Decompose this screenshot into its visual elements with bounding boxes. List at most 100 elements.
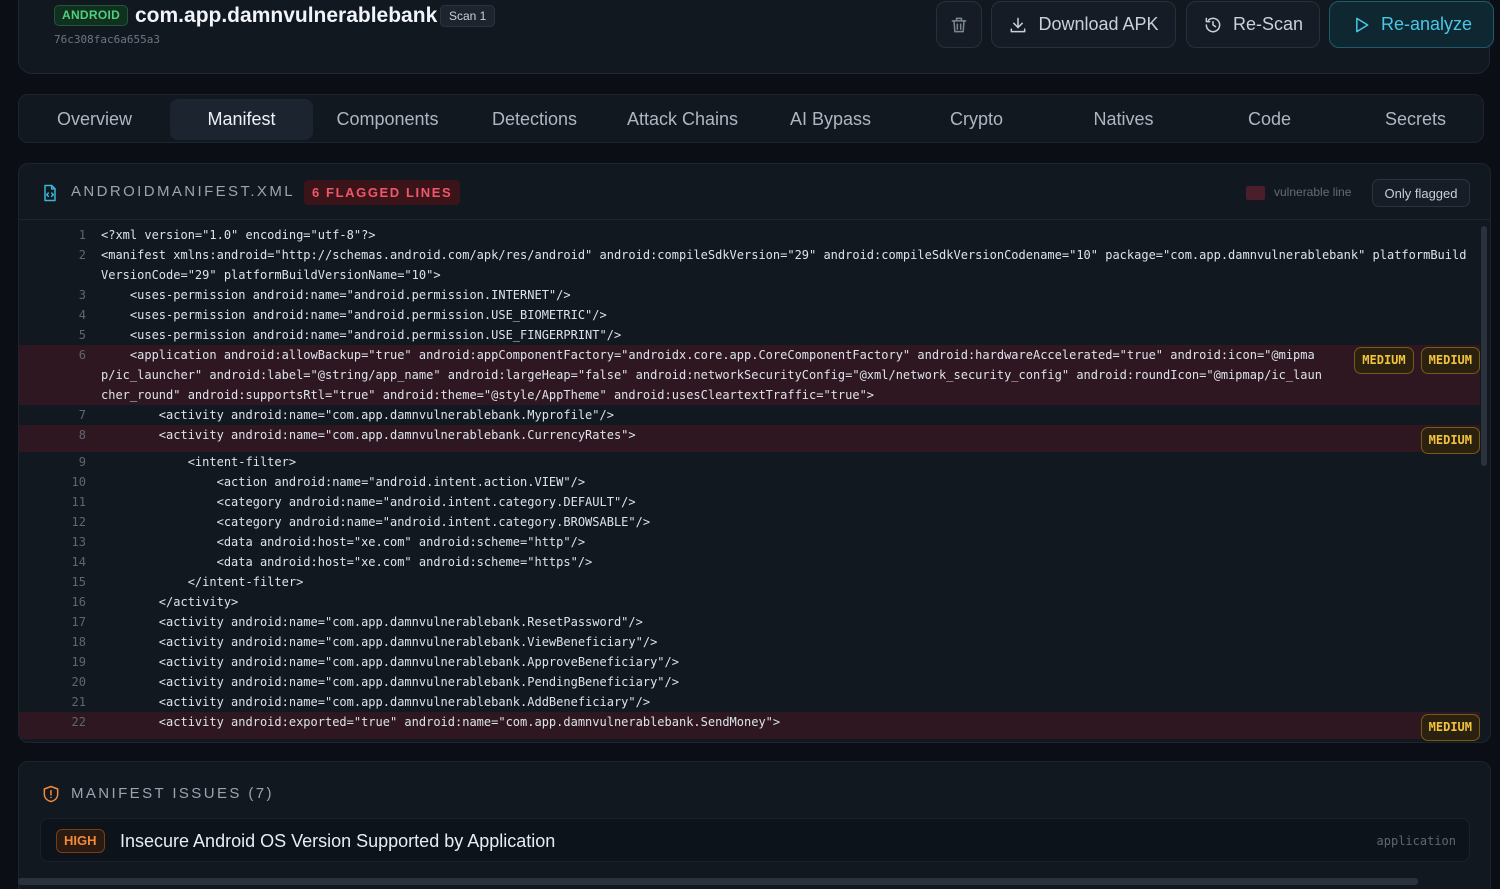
line-content: <activity android:name="com.app.damnvuln…: [101, 635, 658, 649]
code-line: 16 </activity>: [19, 592, 1480, 612]
code-line: 23 <meta-data android:name="android.supp…: [19, 739, 1480, 742]
code-line: 17 <activity android:name="com.app.damnv…: [19, 612, 1480, 632]
app-header: ANDROID com.app.damnvulnerablebank Scan …: [18, 0, 1494, 74]
line-number: 1: [78, 228, 86, 242]
code-line: 15 </intent-filter>: [19, 572, 1480, 592]
line-content: <category android:name="android.intent.c…: [101, 495, 636, 509]
severity-badges: MEDIUM: [1420, 714, 1480, 741]
tab-code[interactable]: Code: [1198, 99, 1341, 140]
line-number: 23: [49, 739, 86, 742]
line-content: <activity android:name="com.app.damnvuln…: [101, 695, 651, 709]
tab-natives[interactable]: Natives: [1052, 99, 1195, 140]
app-title: com.app.damnvulnerablebank: [135, 4, 438, 27]
tab-ai-bypass[interactable]: AI Bypass: [759, 99, 902, 140]
line-number: 14: [71, 555, 86, 569]
line-number: 19: [71, 655, 86, 669]
vulnerable-line-legend: vulnerable line: [1274, 185, 1352, 199]
code-line: 2 <manifest xmlns:android="http://schemas…: [19, 245, 1480, 285]
line-content: <meta-data android:name="android.support…: [101, 739, 888, 742]
file-code-icon: [44, 184, 56, 202]
code-line: 18 <activity android:name="com.app.damnv…: [19, 632, 1480, 652]
line-number: 3: [78, 288, 86, 302]
reanalyze-label: Re-analyze: [1380, 14, 1473, 34]
tab-manifest[interactable]: Manifest: [170, 99, 313, 140]
flagged-lines-badge: 6 FLAGGED LINES: [304, 180, 461, 205]
line-number: 4: [78, 308, 86, 322]
code-line-flagged: 8 <activity android:name="com.app.damnvu…: [19, 425, 1480, 454]
severity-badges: MEDIUM: [1420, 427, 1480, 454]
manifest-code-view: 1 <?xml version="1.0" encoding="utf-8"?> 2…: [19, 224, 1480, 742]
reanalyze-button[interactable]: Re-analyze: [1329, 1, 1494, 48]
code-line: 13 <data android:host="xe.com" android:s…: [19, 532, 1480, 552]
line-content: <manifest xmlns:android="http://schemas.…: [101, 248, 1467, 282]
manifest-issues-panel: MANIFEST ISSUES (7) HIGH Insecure Androi…: [18, 761, 1491, 889]
tab-detections[interactable]: Detections: [463, 99, 606, 140]
code-line: 21 <activity android:name="com.app.damnv…: [19, 692, 1480, 712]
line-content: <activity android:name="com.app.damnvuln…: [101, 615, 643, 629]
line-number: 10: [71, 475, 86, 489]
play-icon: [1356, 17, 1369, 32]
line-number: 22: [71, 715, 86, 729]
app-hash: 76c308fac6a655a3: [54, 33, 160, 46]
tab-components[interactable]: Components: [316, 99, 459, 140]
rescan-label: Re-Scan: [1232, 14, 1304, 34]
issue-row[interactable]: HIGH Insecure Android OS Version Support…: [40, 818, 1470, 862]
line-number: 20: [71, 675, 86, 689]
medium-severity-badge[interactable]: MEDIUM: [1354, 347, 1414, 374]
line-content: <activity android:name="com.app.damnvuln…: [101, 428, 636, 442]
scan-badge: Scan 1: [440, 5, 496, 27]
line-number: 5: [78, 328, 86, 342]
medium-severity-badge[interactable]: MEDIUM: [1420, 427, 1480, 454]
line-content: <data android:host="xe.com" android:sche…: [101, 535, 586, 549]
code-line: 11 <category android:name="android.inten…: [19, 492, 1480, 512]
line-content: </intent-filter>: [101, 575, 304, 589]
line-number: 17: [71, 615, 86, 629]
line-content: <uses-permission android:name="android.p…: [101, 328, 622, 342]
line-number: 18: [71, 635, 86, 649]
code-line-flagged: 6 <application android:allowBackup="true…: [19, 345, 1480, 405]
severity-badge: HIGH: [56, 829, 105, 853]
tab-attack-chains[interactable]: Attack Chains: [611, 99, 754, 140]
download-icon: [1011, 17, 1026, 32]
line-number: 13: [71, 535, 86, 549]
line-number: 15: [71, 575, 86, 589]
code-line: 20 <activity android:name="com.app.damnv…: [19, 672, 1480, 692]
code-scrollbar[interactable]: [1481, 226, 1487, 466]
line-content: <activity android:name="com.app.damnvuln…: [101, 408, 614, 422]
line-content: <data android:host="xe.com" android:sche…: [101, 555, 593, 569]
vulnerable-line-swatch: [1246, 186, 1265, 200]
tab-crypto[interactable]: Crypto: [905, 99, 1048, 140]
code-line: 4 <uses-permission android:name="android…: [19, 305, 1480, 325]
delete-button[interactable]: [936, 1, 982, 48]
line-content: <activity android:name="com.app.damnvuln…: [101, 655, 679, 669]
tab-secrets[interactable]: Secrets: [1344, 99, 1487, 140]
code-line: 19 <activity android:name="com.app.damnv…: [19, 652, 1480, 672]
tab-overview[interactable]: Overview: [23, 99, 166, 140]
line-number: 9: [78, 455, 86, 469]
line-number: 7: [78, 408, 86, 422]
line-number: 8: [78, 428, 86, 442]
line-content: <uses-permission android:name="android.p…: [101, 308, 607, 322]
medium-severity-badge[interactable]: MEDIUM: [1420, 714, 1480, 741]
only-flagged-toggle[interactable]: Only flagged: [1372, 179, 1470, 207]
line-content: <?xml version="1.0" encoding="utf-8"?>: [101, 228, 376, 242]
horizontal-scrollbar[interactable]: [18, 878, 1418, 885]
line-content: <activity android:name="com.app.damnvuln…: [101, 675, 679, 689]
issues-title: MANIFEST ISSUES (7): [71, 785, 274, 802]
line-content: <category android:name="android.intent.c…: [101, 515, 651, 529]
code-line: 9 <intent-filter>: [19, 452, 1480, 472]
medium-severity-badge[interactable]: MEDIUM: [1420, 347, 1480, 374]
code-line: 14 <data android:host="xe.com" android:s…: [19, 552, 1480, 572]
rescan-button[interactable]: Re-Scan: [1186, 1, 1320, 48]
download-apk-button[interactable]: Download APK: [991, 1, 1176, 48]
line-content: <activity android:exported="true" androi…: [101, 715, 781, 729]
severity-badges: MEDIUM MEDIUM: [1354, 347, 1480, 374]
code-line: 12 <category android:name="android.inten…: [19, 512, 1480, 532]
line-content: <uses-permission android:name="android.p…: [101, 288, 571, 302]
shield-alert-icon: [43, 785, 59, 803]
manifest-panel-header: ANDROIDMANIFEST.XML 6 FLAGGED LINES vuln…: [19, 164, 1490, 220]
manifest-file-title: ANDROIDMANIFEST.XML: [71, 183, 295, 200]
line-number: 11: [71, 495, 86, 509]
history-icon: [1205, 17, 1221, 32]
line-content: <intent-filter>: [101, 455, 297, 469]
